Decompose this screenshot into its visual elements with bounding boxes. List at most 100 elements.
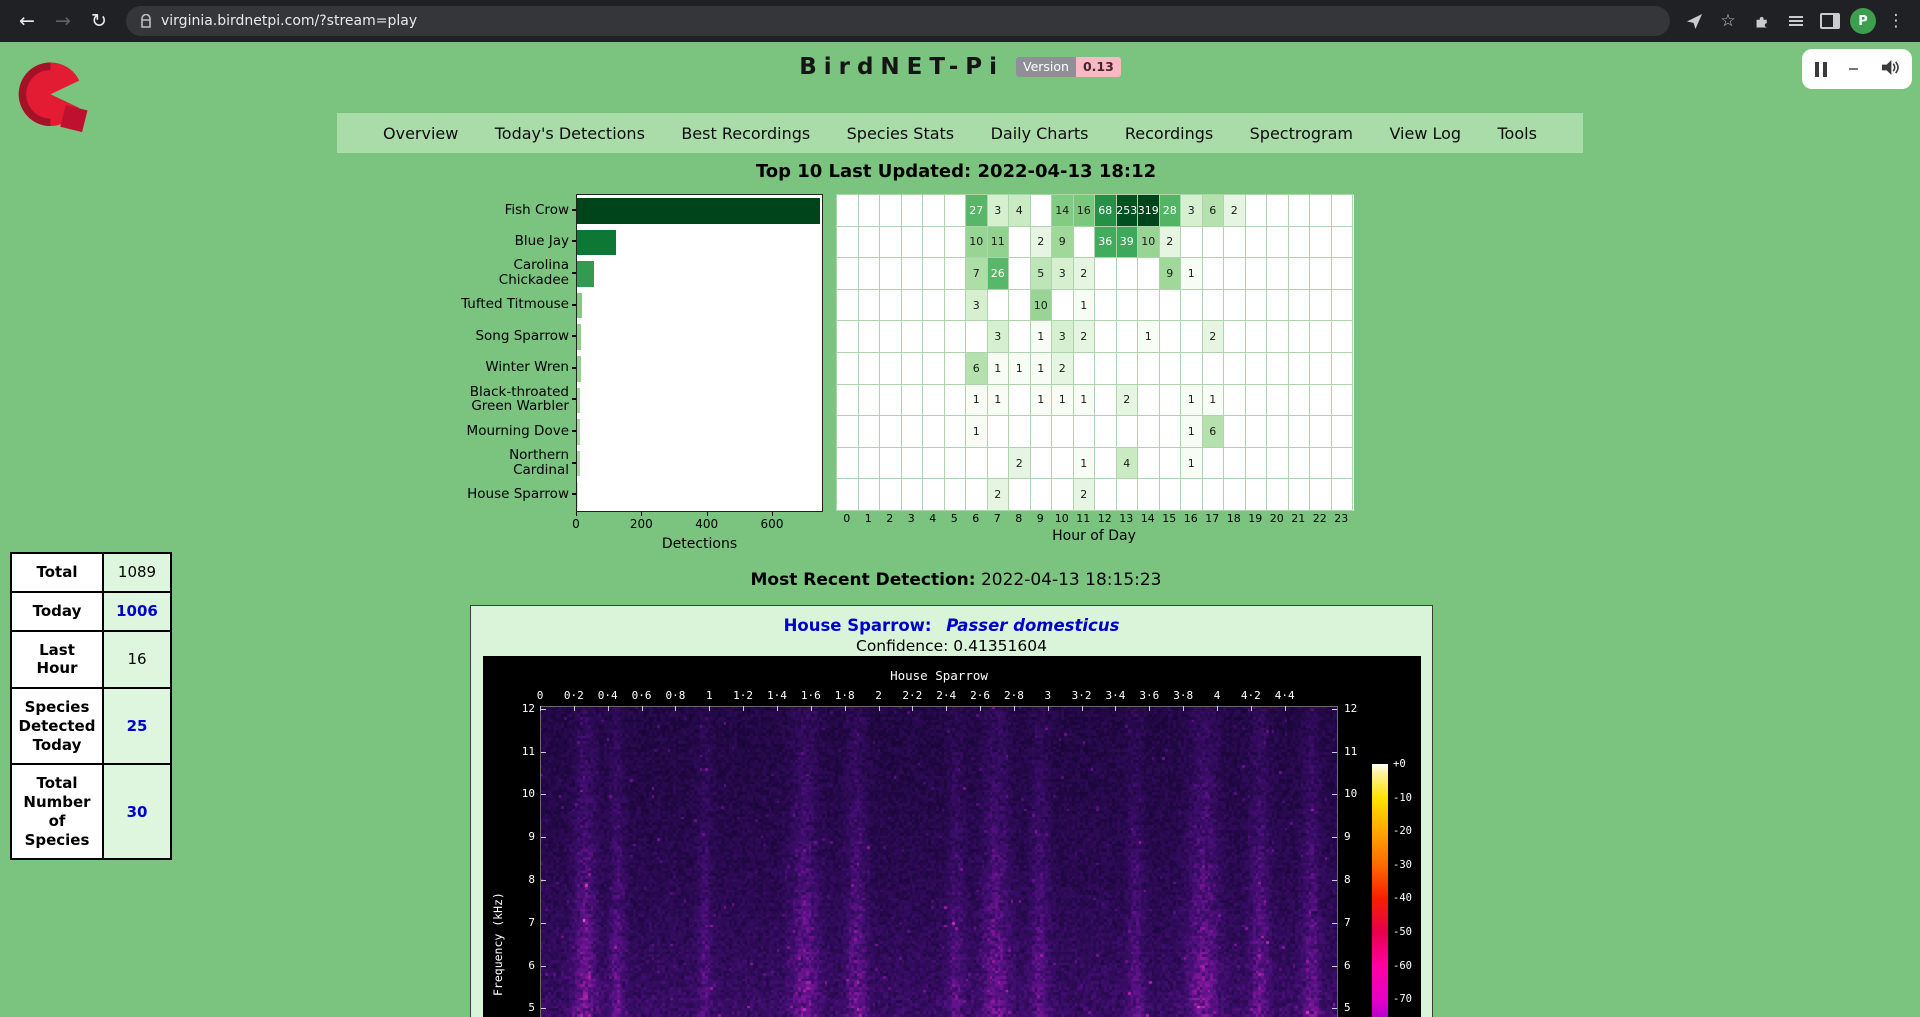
heat-cell xyxy=(880,227,902,259)
heat-cell xyxy=(1009,227,1031,259)
heat-cell xyxy=(1310,290,1332,322)
heat-cell: 3 xyxy=(988,321,1010,353)
species-name[interactable]: House Sparrow: xyxy=(784,616,932,635)
freq-tick-mark xyxy=(541,752,546,753)
heat-cell: 4 xyxy=(1009,195,1031,227)
heat-cell xyxy=(1052,416,1074,448)
time-tick-mark xyxy=(1082,706,1083,711)
freq-tick-label: 8 xyxy=(1344,873,1351,886)
nav-item-daily-charts[interactable]: Daily Charts xyxy=(991,124,1089,143)
heat-cell xyxy=(1009,385,1031,417)
stats-value[interactable]: 30 xyxy=(103,764,171,859)
time-tick-label: 4·2 xyxy=(1241,689,1261,702)
heat-cell: 1 xyxy=(1181,258,1203,290)
heat-cell xyxy=(859,290,881,322)
reading-list-icon[interactable] xyxy=(1782,7,1810,35)
heat-cell xyxy=(1095,258,1117,290)
heat-cell xyxy=(1246,448,1268,480)
heat-cell xyxy=(1031,416,1053,448)
page-title: BirdNET-Pi xyxy=(799,54,1004,80)
heat-cell xyxy=(988,290,1010,322)
freq-tick-mark xyxy=(1332,923,1337,924)
hour-label: 20 xyxy=(1266,512,1288,525)
url-bar[interactable]: virginia.birdnetpi.com/?stream=play xyxy=(126,6,1670,36)
time-tick-label: 2·2 xyxy=(902,689,922,702)
nav-item-spectrogram[interactable]: Spectrogram xyxy=(1250,124,1353,143)
profile-avatar[interactable]: P xyxy=(1850,8,1876,34)
nav-item-view-log[interactable]: View Log xyxy=(1389,124,1461,143)
heat-cell: 10 xyxy=(1031,290,1053,322)
heat-cell: 1 xyxy=(1181,448,1203,480)
stats-value[interactable]: 1006 xyxy=(103,592,171,631)
heat-cell xyxy=(902,353,924,385)
freq-tick-mark xyxy=(541,966,546,967)
reload-button[interactable]: ↻ xyxy=(82,4,116,38)
hour-label: 5 xyxy=(944,512,966,525)
heat-cell xyxy=(1310,195,1332,227)
heat-cell xyxy=(1117,290,1139,322)
scientific-name[interactable]: Passer domesticus xyxy=(946,616,1119,635)
version-label: Version xyxy=(1016,57,1076,77)
share-icon[interactable] xyxy=(1680,7,1708,35)
heat-cell xyxy=(880,353,902,385)
heat-cell xyxy=(1074,353,1096,385)
colorbar-tick-label: -50 xyxy=(1393,926,1412,938)
forward-button[interactable]: → xyxy=(46,4,80,38)
heatmap-grid: 2734141668253319283621011293639102726532… xyxy=(836,194,1354,511)
time-tick-label: 0·8 xyxy=(665,689,685,702)
extensions-icon[interactable] xyxy=(1748,7,1776,35)
bar-plot xyxy=(576,194,823,512)
hour-label: 3 xyxy=(901,512,923,525)
species-label-blue-jay: Blue Jay xyxy=(458,226,576,258)
bookmark-star-icon[interactable]: ☆ xyxy=(1714,7,1742,35)
menu-kebab-icon[interactable]: ⋮ xyxy=(1882,7,1910,35)
heat-cell xyxy=(1246,227,1268,259)
heat-cell xyxy=(1095,290,1117,322)
heat-cell xyxy=(1310,353,1332,385)
stats-value[interactable]: 25 xyxy=(103,688,171,764)
time-tick-mark xyxy=(980,706,981,711)
bar-mourning-dove xyxy=(577,419,580,445)
heat-cell xyxy=(1246,479,1268,511)
stats-row-species-detected-today: SpeciesDetectedToday25 xyxy=(11,688,171,764)
nav-item-species-stats[interactable]: Species Stats xyxy=(847,124,955,143)
heat-cell xyxy=(945,258,967,290)
heat-cell xyxy=(1267,479,1289,511)
pause-button[interactable] xyxy=(1815,62,1827,77)
site-info-icon[interactable] xyxy=(140,14,152,28)
audio-player[interactable] xyxy=(1802,49,1912,89)
confidence-text: Confidence: 0.41351604 xyxy=(471,637,1432,655)
heat-cell xyxy=(1095,353,1117,385)
heat-cell xyxy=(1117,353,1139,385)
heat-cell xyxy=(902,195,924,227)
heat-cell xyxy=(1074,416,1096,448)
heat-cell: 6 xyxy=(1203,416,1225,448)
heat-cell: 1 xyxy=(988,353,1010,385)
heat-cell xyxy=(1246,321,1268,353)
nav-item-today-s-detections[interactable]: Today's Detections xyxy=(495,124,645,143)
time-tick-mark xyxy=(1048,706,1049,711)
x-tick-label: 600 xyxy=(761,517,784,531)
heat-cell xyxy=(1310,479,1332,511)
side-panel-icon[interactable] xyxy=(1816,7,1844,35)
heat-cell xyxy=(1267,385,1289,417)
nav-item-best-recordings[interactable]: Best Recordings xyxy=(681,124,810,143)
back-button[interactable]: ← xyxy=(10,4,44,38)
heat-cell xyxy=(1095,385,1117,417)
heat-cell xyxy=(1160,290,1182,322)
heat-cell xyxy=(1160,448,1182,480)
nav-item-recordings[interactable]: Recordings xyxy=(1125,124,1213,143)
top10-chart: Fish CrowBlue JayCarolinaChickadeeTufted… xyxy=(458,194,1354,560)
hour-label: 9 xyxy=(1030,512,1052,525)
heat-xlabel: Hour of Day xyxy=(836,528,1352,544)
spectrogram: House Sparrow Frequency (kHz) 00·20·40·6… xyxy=(483,656,1421,1017)
heat-cell: 9 xyxy=(1160,258,1182,290)
heat-cell xyxy=(837,258,859,290)
nav-item-overview[interactable]: Overview xyxy=(383,124,458,143)
heat-cell xyxy=(923,416,945,448)
volume-button[interactable] xyxy=(1880,59,1899,80)
time-tick-mark xyxy=(608,706,609,711)
freq-tick-label: 5 xyxy=(495,1001,535,1014)
heat-cell xyxy=(1160,416,1182,448)
nav-item-tools[interactable]: Tools xyxy=(1498,124,1537,143)
